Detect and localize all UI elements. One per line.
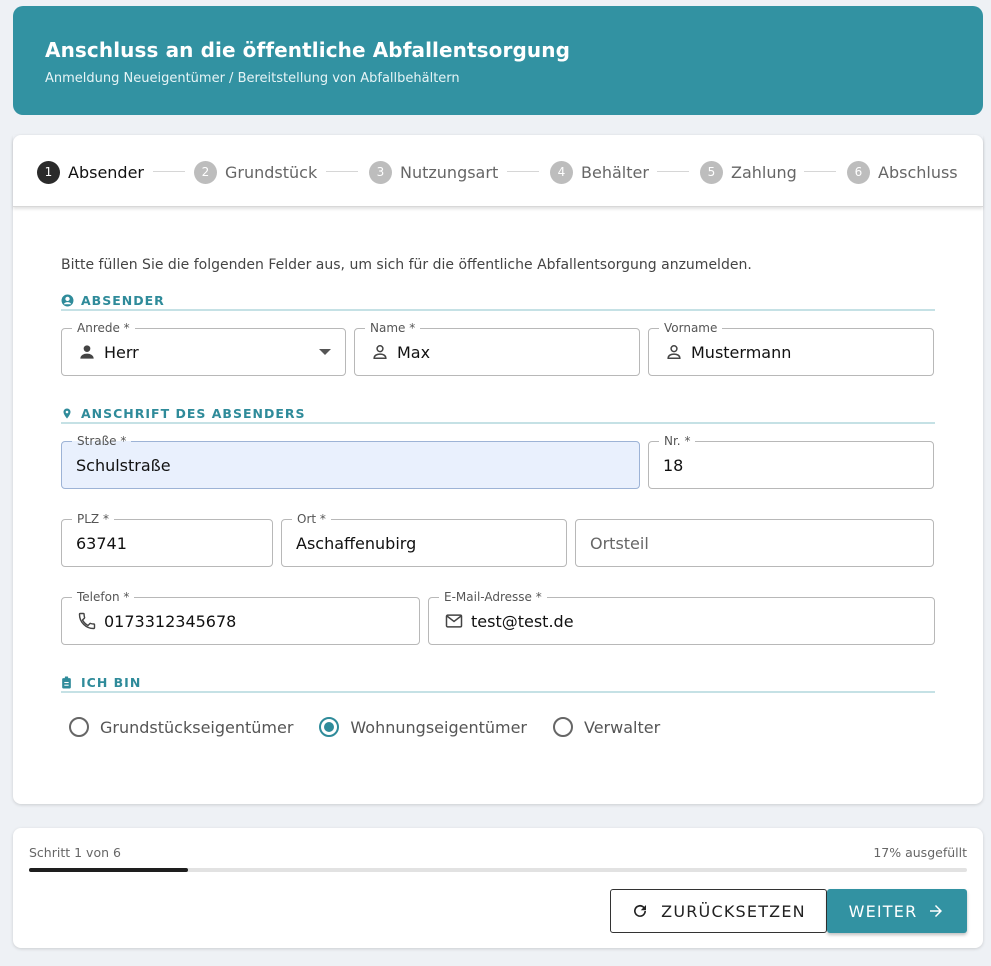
field-label: Name *	[365, 320, 421, 336]
section-anschrift: ANSCHRIFT DES ABSENDERS	[61, 404, 935, 424]
form-card: 1 Absender 2 Grundstück 3 Nutzungsart 4 …	[13, 135, 983, 804]
step-connector	[326, 171, 358, 172]
field-label: E-Mail-Adresse *	[439, 589, 547, 605]
section-title: ANSCHRIFT DES ABSENDERS	[81, 405, 306, 421]
section-absender: ABSENDER	[61, 291, 935, 311]
step-abschluss[interactable]: 6 Abschluss	[847, 160, 958, 184]
progress-bar	[29, 868, 967, 872]
name-field[interactable]: Name * Max	[354, 320, 640, 376]
field-label: Ort *	[292, 511, 331, 527]
radio-label: Verwalter	[584, 717, 661, 737]
field-value: Mustermann	[691, 342, 792, 362]
radio-verwalter[interactable]: Verwalter	[553, 717, 660, 737]
progress-fill	[29, 868, 189, 872]
field-label: Telefon *	[72, 589, 135, 605]
step-counter: Schritt 1 von 6	[29, 845, 121, 860]
form-intro: Bitte füllen Sie die folgenden Felder au…	[61, 257, 752, 273]
chevron-down-icon	[319, 349, 331, 355]
next-button[interactable]: WEITER	[827, 889, 967, 933]
field-label: Straße *	[72, 433, 132, 449]
field-value: 0173312345678	[104, 611, 237, 631]
account-circle-icon	[61, 294, 75, 307]
vorname-field[interactable]: Vorname Mustermann	[648, 320, 934, 376]
field-value: 63741	[76, 533, 127, 553]
reset-label: ZURÜCKSETZEN	[661, 901, 806, 921]
form-footer: Schritt 1 von 6 17% ausgefüllt ZURÜCKSET…	[13, 828, 983, 948]
stepper: 1 Absender 2 Grundstück 3 Nutzungsart 4 …	[13, 135, 983, 207]
progress-percent: 17% ausgefüllt	[873, 845, 967, 860]
plz-field[interactable]: PLZ * 63741	[61, 511, 273, 567]
step-label: Zahlung	[731, 162, 797, 182]
radio-button[interactable]	[69, 717, 89, 737]
radio-label: Wohnungseigentümer	[350, 717, 527, 737]
badge-icon	[61, 676, 75, 689]
step-absender[interactable]: 1 Absender	[37, 160, 144, 184]
field-placeholder: Ortsteil	[590, 533, 649, 553]
step-connector	[657, 171, 689, 172]
field-value: Aschaffenubirg	[296, 533, 417, 553]
reset-button[interactable]: ZURÜCKSETZEN	[610, 889, 827, 933]
radio-grundstueckseigentuemer[interactable]: Grundstückseigentümer	[69, 717, 293, 737]
field-label: PLZ *	[72, 511, 114, 527]
phone-icon	[76, 610, 98, 632]
arrow-right-icon	[927, 902, 945, 920]
strasse-field[interactable]: Straße * Schulstraße	[61, 433, 640, 489]
section-title: ICH BIN	[81, 674, 142, 690]
step-connector	[153, 171, 185, 172]
step-number: 3	[369, 160, 392, 184]
location-pin-icon	[61, 407, 75, 420]
step-number: 4	[550, 160, 573, 184]
person-outline-icon	[369, 341, 391, 363]
field-value: 18	[663, 455, 684, 475]
role-radio-group: Grundstückseigentümer Wohnungseigentümer…	[69, 717, 686, 737]
radio-wohnungseigentuemer[interactable]: Wohnungseigentümer	[319, 717, 527, 737]
page-subtitle: Anmeldung Neueigentümer / Bereitstellung…	[45, 71, 460, 86]
anrede-select[interactable]: Anrede * Herr	[61, 320, 346, 376]
field-value: Max	[397, 342, 431, 362]
radio-label: Grundstückseigentümer	[100, 717, 294, 737]
hausnummer-field[interactable]: Nr. * 18	[648, 433, 934, 489]
email-field[interactable]: E-Mail-Adresse * test@test.de	[428, 589, 935, 645]
field-value: Schulstraße	[76, 455, 171, 475]
radio-button[interactable]	[553, 717, 573, 737]
ort-field[interactable]: Ort * Aschaffenubirg	[281, 511, 567, 567]
step-number: 2	[194, 160, 217, 184]
step-label: Grundstück	[225, 162, 318, 182]
telefon-field[interactable]: Telefon * 0173312345678	[61, 589, 420, 645]
page-header: Anschluss an die öffentliche Abfallentso…	[13, 6, 983, 115]
page-title: Anschluss an die öffentliche Abfallentso…	[45, 38, 570, 62]
step-label: Nutzungsart	[400, 162, 499, 182]
step-label: Abschluss	[878, 162, 958, 182]
step-grundstueck[interactable]: 2 Grundstück	[194, 160, 317, 184]
step-label: Absender	[68, 162, 144, 182]
ortsteil-field[interactable]: Ortsteil	[575, 519, 934, 567]
step-number: 6	[847, 160, 870, 184]
refresh-icon	[631, 902, 649, 920]
step-number: 5	[700, 160, 723, 184]
field-label: Anrede *	[72, 320, 135, 336]
radio-button[interactable]	[319, 717, 340, 737]
person-icon	[76, 341, 98, 363]
step-connector	[804, 171, 836, 172]
step-nutzungsart[interactable]: 3 Nutzungsart	[369, 160, 498, 184]
person-outline-icon	[663, 341, 685, 363]
field-value: test@test.de	[471, 611, 574, 631]
mail-icon	[443, 610, 465, 632]
field-value: Herr	[104, 342, 139, 362]
step-label: Behälter	[581, 162, 649, 182]
next-label: WEITER	[848, 901, 918, 921]
field-label: Nr. *	[659, 433, 696, 449]
section-ich-bin: ICH BIN	[61, 673, 935, 693]
step-zahlung[interactable]: 5 Zahlung	[700, 160, 797, 184]
field-label: Vorname	[659, 320, 723, 336]
step-behaelter[interactable]: 4 Behälter	[550, 160, 649, 184]
section-title: ABSENDER	[81, 292, 165, 308]
step-number: 1	[37, 160, 60, 184]
step-connector	[507, 171, 539, 172]
